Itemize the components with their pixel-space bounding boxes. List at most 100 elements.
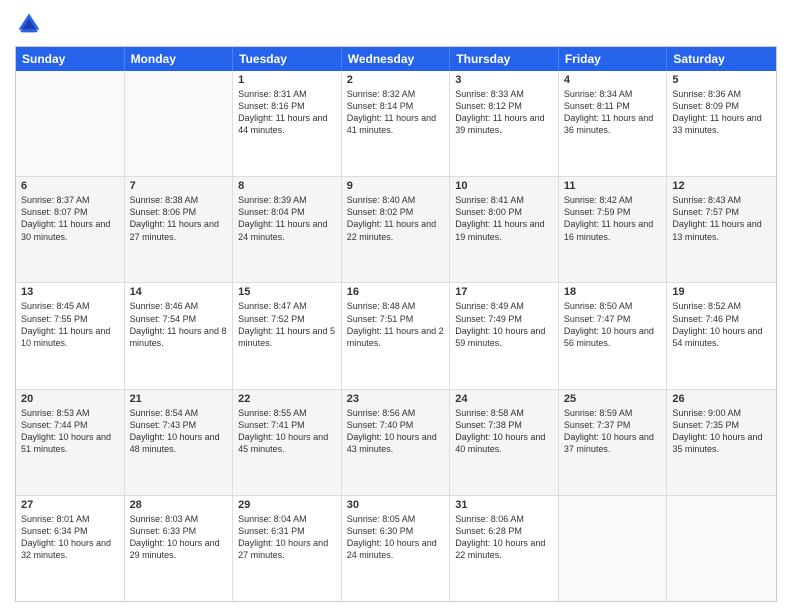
calendar-cell: 24 Sunrise: 8:58 AMSunset: 7:38 PMDayligh… xyxy=(450,390,559,495)
calendar-row: 27 Sunrise: 8:01 AMSunset: 6:34 PMDayligh… xyxy=(16,496,776,601)
day-number: 22 xyxy=(238,393,336,405)
day-content: Sunrise: 8:36 AMSunset: 8:09 PMDaylight:… xyxy=(672,88,771,137)
day-content: Sunrise: 8:53 AMSunset: 7:44 PMDaylight:… xyxy=(21,407,119,456)
calendar-cell: 4Sunrise: 8:34 AMSunset: 8:11 PMDaylight… xyxy=(559,71,668,176)
day-content: Sunrise: 8:37 AMSunset: 8:07 PMDaylight:… xyxy=(21,194,119,243)
calendar-cell: 8Sunrise: 8:39 AMSunset: 8:04 PMDaylight… xyxy=(233,177,342,282)
day-content: Sunrise: 8:33 AMSunset: 8:12 PMDaylight:… xyxy=(455,88,553,137)
header-day-saturday: Saturday xyxy=(667,47,776,71)
calendar-cell: 1Sunrise: 8:31 AMSunset: 8:16 PMDaylight… xyxy=(233,71,342,176)
day-content: Sunrise: 8:58 AMSunset: 7:38 PMDaylight:… xyxy=(455,407,553,456)
day-number: 2 xyxy=(347,74,445,86)
calendar-cell: 6 Sunrise: 8:37 AMSunset: 8:07 PMDaylight… xyxy=(16,177,125,282)
calendar-cell: 10 Sunrise: 8:41 AMSunset: 8:00 PMDayligh… xyxy=(450,177,559,282)
day-content: Sunrise: 8:43 AMSunset: 7:57 PMDaylight:… xyxy=(672,194,771,243)
header-day-friday: Friday xyxy=(559,47,668,71)
day-content: Sunrise: 8:40 AMSunset: 8:02 PMDaylight:… xyxy=(347,194,445,243)
calendar-row: 6 Sunrise: 8:37 AMSunset: 8:07 PMDaylight… xyxy=(16,177,776,283)
calendar-cell: 27 Sunrise: 8:01 AMSunset: 6:34 PMDayligh… xyxy=(16,496,125,601)
day-content: Sunrise: 8:38 AMSunset: 8:06 PMDaylight:… xyxy=(130,194,228,243)
calendar-row: 20 Sunrise: 8:53 AMSunset: 7:44 PMDayligh… xyxy=(16,390,776,496)
day-content: Sunrise: 8:42 AMSunset: 7:59 PMDaylight:… xyxy=(564,194,662,243)
header-day-wednesday: Wednesday xyxy=(342,47,451,71)
day-number: 14 xyxy=(130,286,228,298)
day-number: 4 xyxy=(564,74,662,86)
calendar-cell: 25 Sunrise: 8:59 AMSunset: 7:37 PMDayligh… xyxy=(559,390,668,495)
day-content: Sunrise: 8:32 AMSunset: 8:14 PMDaylight:… xyxy=(347,88,445,137)
day-number: 13 xyxy=(21,286,119,298)
day-content: Sunrise: 8:49 AMSunset: 7:49 PMDaylight:… xyxy=(455,300,553,349)
day-number: 24 xyxy=(455,393,553,405)
day-number: 17 xyxy=(455,286,553,298)
day-number: 15 xyxy=(238,286,336,298)
calendar-cell: 5Sunrise: 8:36 AMSunset: 8:09 PMDaylight… xyxy=(667,71,776,176)
day-content: Sunrise: 8:54 AMSunset: 7:43 PMDaylight:… xyxy=(130,407,228,456)
day-number: 12 xyxy=(672,180,771,192)
day-number: 21 xyxy=(130,393,228,405)
logo-icon xyxy=(15,10,43,38)
calendar-cell: 14 Sunrise: 8:46 AMSunset: 7:54 PMDayligh… xyxy=(125,283,234,388)
header-day-monday: Monday xyxy=(125,47,234,71)
calendar-cell: 15 Sunrise: 8:47 AMSunset: 7:52 PMDayligh… xyxy=(233,283,342,388)
day-content: Sunrise: 8:47 AMSunset: 7:52 PMDaylight:… xyxy=(238,300,336,349)
day-number: 18 xyxy=(564,286,662,298)
day-number: 20 xyxy=(21,393,119,405)
day-number: 19 xyxy=(672,286,771,298)
day-content: Sunrise: 8:06 AMSunset: 6:28 PMDaylight:… xyxy=(455,513,553,562)
calendar-cell: 26 Sunrise: 9:00 AMSunset: 7:35 PMDayligh… xyxy=(667,390,776,495)
day-content: Sunrise: 8:55 AMSunset: 7:41 PMDaylight:… xyxy=(238,407,336,456)
logo xyxy=(15,10,47,38)
day-number: 23 xyxy=(347,393,445,405)
day-number: 29 xyxy=(238,499,336,511)
calendar-cell xyxy=(559,496,668,601)
day-number: 31 xyxy=(455,499,553,511)
day-content: Sunrise: 8:39 AMSunset: 8:04 PMDaylight:… xyxy=(238,194,336,243)
calendar-cell: 17 Sunrise: 8:49 AMSunset: 7:49 PMDayligh… xyxy=(450,283,559,388)
day-number: 9 xyxy=(347,180,445,192)
header-day-thursday: Thursday xyxy=(450,47,559,71)
calendar: SundayMondayTuesdayWednesdayThursdayFrid… xyxy=(15,46,777,602)
day-number: 28 xyxy=(130,499,228,511)
day-content: Sunrise: 8:48 AMSunset: 7:51 PMDaylight:… xyxy=(347,300,445,349)
calendar-cell: 12 Sunrise: 8:43 AMSunset: 7:57 PMDayligh… xyxy=(667,177,776,282)
header xyxy=(15,10,777,38)
header-day-tuesday: Tuesday xyxy=(233,47,342,71)
calendar-cell: 29 Sunrise: 8:04 AMSunset: 6:31 PMDayligh… xyxy=(233,496,342,601)
calendar-cell xyxy=(667,496,776,601)
day-number: 27 xyxy=(21,499,119,511)
day-content: Sunrise: 9:00 AMSunset: 7:35 PMDaylight:… xyxy=(672,407,771,456)
page: SundayMondayTuesdayWednesdayThursdayFrid… xyxy=(0,0,792,612)
day-number: 26 xyxy=(672,393,771,405)
day-number: 6 xyxy=(21,180,119,192)
day-content: Sunrise: 8:50 AMSunset: 7:47 PMDaylight:… xyxy=(564,300,662,349)
day-content: Sunrise: 8:56 AMSunset: 7:40 PMDaylight:… xyxy=(347,407,445,456)
calendar-cell xyxy=(16,71,125,176)
calendar-cell: 22 Sunrise: 8:55 AMSunset: 7:41 PMDayligh… xyxy=(233,390,342,495)
day-content: Sunrise: 8:04 AMSunset: 6:31 PMDaylight:… xyxy=(238,513,336,562)
day-content: Sunrise: 8:59 AMSunset: 7:37 PMDaylight:… xyxy=(564,407,662,456)
calendar-cell: 3 Sunrise: 8:33 AMSunset: 8:12 PMDaylight… xyxy=(450,71,559,176)
calendar-cell: 30Sunrise: 8:05 AMSunset: 6:30 PMDayligh… xyxy=(342,496,451,601)
day-number: 3 xyxy=(455,74,553,86)
day-content: Sunrise: 8:46 AMSunset: 7:54 PMDaylight:… xyxy=(130,300,228,349)
calendar-cell: 28 Sunrise: 8:03 AMSunset: 6:33 PMDayligh… xyxy=(125,496,234,601)
day-content: Sunrise: 8:31 AMSunset: 8:16 PMDaylight:… xyxy=(238,88,336,137)
day-content: Sunrise: 8:01 AMSunset: 6:34 PMDaylight:… xyxy=(21,513,119,562)
calendar-row: 13 Sunrise: 8:45 AMSunset: 7:55 PMDayligh… xyxy=(16,283,776,389)
calendar-row: 1Sunrise: 8:31 AMSunset: 8:16 PMDaylight… xyxy=(16,71,776,177)
calendar-cell: 21 Sunrise: 8:54 AMSunset: 7:43 PMDayligh… xyxy=(125,390,234,495)
calendar-cell: 31 Sunrise: 8:06 AMSunset: 6:28 PMDayligh… xyxy=(450,496,559,601)
calendar-cell: 19Sunrise: 8:52 AMSunset: 7:46 PMDayligh… xyxy=(667,283,776,388)
calendar-cell: 18 Sunrise: 8:50 AMSunset: 7:47 PMDayligh… xyxy=(559,283,668,388)
day-content: Sunrise: 8:45 AMSunset: 7:55 PMDaylight:… xyxy=(21,300,119,349)
day-content: Sunrise: 8:03 AMSunset: 6:33 PMDaylight:… xyxy=(130,513,228,562)
calendar-cell xyxy=(125,71,234,176)
calendar-cell: 2 Sunrise: 8:32 AMSunset: 8:14 PMDaylight… xyxy=(342,71,451,176)
day-number: 10 xyxy=(455,180,553,192)
day-content: Sunrise: 8:41 AMSunset: 8:00 PMDaylight:… xyxy=(455,194,553,243)
calendar-cell: 16 Sunrise: 8:48 AMSunset: 7:51 PMDayligh… xyxy=(342,283,451,388)
day-number: 16 xyxy=(347,286,445,298)
calendar-cell: 23 Sunrise: 8:56 AMSunset: 7:40 PMDayligh… xyxy=(342,390,451,495)
day-number: 25 xyxy=(564,393,662,405)
calendar-cell: 7Sunrise: 8:38 AMSunset: 8:06 PMDaylight… xyxy=(125,177,234,282)
